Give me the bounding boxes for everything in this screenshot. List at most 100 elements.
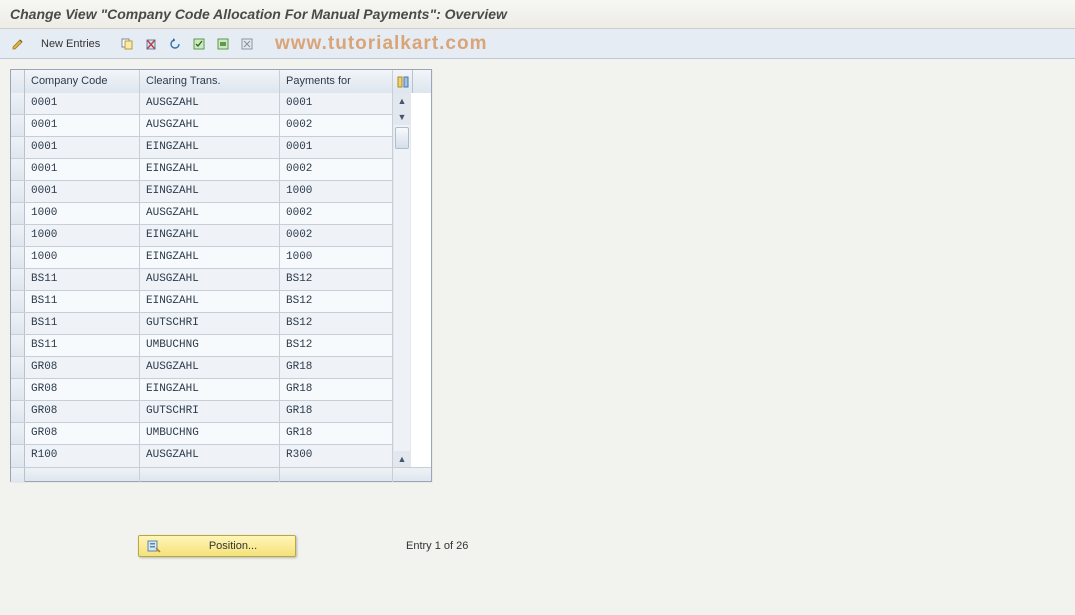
cell-clearing-trans[interactable]: EINGZAHL — [140, 137, 280, 158]
row-selector[interactable] — [11, 291, 25, 312]
cell-payments-for[interactable]: 0002 — [280, 159, 393, 180]
cell-clearing-trans[interactable]: EINGZAHL — [140, 225, 280, 246]
cell-clearing-trans[interactable]: UMBUCHNG — [140, 423, 280, 444]
row-selector[interactable] — [11, 203, 25, 224]
vertical-scrollbar[interactable]: ▲ ▼ ▲ — [393, 93, 411, 467]
scroll-track[interactable] — [394, 125, 410, 451]
row-selector[interactable] — [11, 335, 25, 356]
row-selector[interactable] — [11, 445, 25, 467]
cell-clearing-trans[interactable]: AUSGZAHL — [140, 445, 280, 467]
cell-payments-for[interactable]: BS12 — [280, 269, 393, 290]
cell-company-code[interactable]: GR08 — [25, 401, 140, 422]
position-button-label: Position... — [179, 540, 287, 552]
table-row: BS11GUTSCHRIBS12 — [11, 313, 393, 335]
scroll-thumb[interactable] — [395, 127, 409, 149]
content-area: Company Code Clearing Trans. Payments fo… — [0, 59, 1075, 567]
cell-company-code[interactable]: 1000 — [25, 225, 140, 246]
delete-icon[interactable] — [141, 34, 161, 54]
table-row: 0001EINGZAHL0002 — [11, 159, 393, 181]
cell-payments-for[interactable]: R300 — [280, 445, 393, 467]
table-row: 0001AUSGZAHL0001 — [11, 93, 393, 115]
cell-company-code[interactable]: BS11 — [25, 269, 140, 290]
table-row: BS11EINGZAHLBS12 — [11, 291, 393, 313]
column-header-payments-for[interactable]: Payments for — [280, 70, 393, 93]
cell-company-code[interactable]: 1000 — [25, 247, 140, 268]
cell-company-code[interactable]: 0001 — [25, 137, 140, 158]
cell-company-code[interactable]: BS11 — [25, 335, 140, 356]
cell-clearing-trans[interactable]: AUSGZAHL — [140, 115, 280, 136]
cell-clearing-trans[interactable]: EINGZAHL — [140, 291, 280, 312]
cell-clearing-trans[interactable]: EINGZAHL — [140, 181, 280, 202]
cell-clearing-trans[interactable]: EINGZAHL — [140, 159, 280, 180]
cell-payments-for[interactable]: GR18 — [280, 401, 393, 422]
cell-clearing-trans[interactable]: AUSGZAHL — [140, 357, 280, 378]
row-selector[interactable] — [11, 401, 25, 422]
column-header-clearing-trans[interactable]: Clearing Trans. — [140, 70, 280, 93]
position-button[interactable]: Position... — [138, 535, 296, 557]
cell-clearing-trans[interactable]: GUTSCHRI — [140, 401, 280, 422]
table-grid: Company Code Clearing Trans. Payments fo… — [10, 69, 432, 482]
cell-payments-for[interactable]: GR18 — [280, 423, 393, 444]
row-selector[interactable] — [11, 137, 25, 158]
cell-payments-for[interactable]: 0001 — [280, 137, 393, 158]
copy-as-icon[interactable] — [117, 34, 137, 54]
cell-payments-for[interactable]: 1000 — [280, 181, 393, 202]
row-selector[interactable] — [11, 159, 25, 180]
undo-icon[interactable] — [165, 34, 185, 54]
watermark-text: www.tutorialkart.com — [275, 33, 488, 55]
row-selector[interactable] — [11, 93, 25, 114]
cell-payments-for[interactable]: 0002 — [280, 115, 393, 136]
row-selector[interactable] — [11, 269, 25, 290]
table-row: 1000AUSGZAHL0002 — [11, 203, 393, 225]
cell-company-code[interactable]: 0001 — [25, 159, 140, 180]
table-row: GR08UMBUCHNGGR18 — [11, 423, 393, 445]
new-entries-button[interactable]: New Entries — [34, 35, 107, 53]
scroll-page-up-icon[interactable]: ▲ — [394, 451, 410, 467]
row-selector[interactable] — [11, 181, 25, 202]
column-header-company-code[interactable]: Company Code — [25, 70, 140, 93]
cell-payments-for[interactable]: BS12 — [280, 291, 393, 312]
deselect-all-icon[interactable] — [237, 34, 257, 54]
cell-company-code[interactable]: R100 — [25, 445, 140, 467]
cell-company-code[interactable]: 0001 — [25, 93, 140, 114]
cell-company-code[interactable]: GR08 — [25, 423, 140, 444]
cell-payments-for[interactable]: 0001 — [280, 93, 393, 114]
cell-payments-for[interactable]: GR18 — [280, 357, 393, 378]
row-selector[interactable] — [11, 379, 25, 400]
cell-company-code[interactable]: GR08 — [25, 379, 140, 400]
cell-payments-for[interactable]: BS12 — [280, 313, 393, 334]
row-selector[interactable] — [11, 357, 25, 378]
cell-clearing-trans[interactable]: UMBUCHNG — [140, 335, 280, 356]
cell-clearing-trans[interactable]: AUSGZAHL — [140, 93, 280, 114]
table-row: GR08GUTSCHRIGR18 — [11, 401, 393, 423]
cell-company-code[interactable]: 0001 — [25, 115, 140, 136]
cell-company-code[interactable]: GR08 — [25, 357, 140, 378]
cell-company-code[interactable]: 0001 — [25, 181, 140, 202]
cell-payments-for[interactable]: 1000 — [280, 247, 393, 268]
table-row: 0001AUSGZAHL0002 — [11, 115, 393, 137]
cell-clearing-trans[interactable]: EINGZAHL — [140, 247, 280, 268]
cell-company-code[interactable]: 1000 — [25, 203, 140, 224]
cell-clearing-trans[interactable]: AUSGZAHL — [140, 203, 280, 224]
cell-payments-for[interactable]: BS12 — [280, 335, 393, 356]
select-block-icon[interactable] — [213, 34, 233, 54]
scroll-down-icon[interactable]: ▼ — [394, 109, 410, 125]
cell-clearing-trans[interactable]: GUTSCHRI — [140, 313, 280, 334]
cell-payments-for[interactable]: GR18 — [280, 379, 393, 400]
row-selector[interactable] — [11, 225, 25, 246]
cell-clearing-trans[interactable]: EINGZAHL — [140, 379, 280, 400]
row-selector[interactable] — [11, 423, 25, 444]
row-selector[interactable] — [11, 247, 25, 268]
cell-payments-for[interactable]: 0002 — [280, 203, 393, 224]
cell-company-code[interactable]: BS11 — [25, 313, 140, 334]
cell-clearing-trans[interactable]: AUSGZAHL — [140, 269, 280, 290]
select-all-icon[interactable] — [189, 34, 209, 54]
toggle-change-icon[interactable] — [8, 34, 28, 54]
scroll-up-icon[interactable]: ▲ — [394, 93, 410, 109]
configure-columns-icon[interactable] — [393, 70, 413, 93]
position-icon — [147, 539, 161, 553]
cell-payments-for[interactable]: 0002 — [280, 225, 393, 246]
cell-company-code[interactable]: BS11 — [25, 291, 140, 312]
row-selector[interactable] — [11, 115, 25, 136]
row-selector[interactable] — [11, 313, 25, 334]
